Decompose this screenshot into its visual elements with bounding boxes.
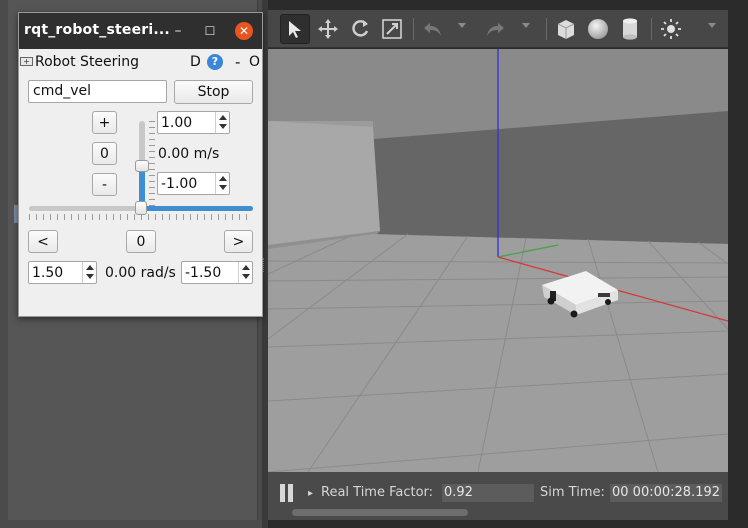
gazebo-status-bar: ▸ Real Time Factor: 0.92 Sim Time: 00 00… — [268, 472, 728, 520]
angular-max-spinbox[interactable]: 1.50 — [28, 261, 97, 284]
spin-up-icon[interactable] — [219, 176, 227, 181]
gazebo-toolbar — [268, 10, 728, 48]
plugin-header: + Robot Steering D ? - O — [19, 49, 262, 73]
sun-icon[interactable] — [656, 14, 686, 44]
box-icon[interactable] — [551, 14, 581, 44]
linear-max-spinbox[interactable]: 1.00 — [157, 111, 230, 134]
rotate-icon[interactable] — [345, 14, 375, 44]
undo-history-dropdown[interactable] — [458, 23, 466, 28]
sim-time-label: Sim Time: — [540, 485, 605, 500]
gazebo-3d-viewport[interactable] — [268, 49, 728, 472]
window-title: rqt_robot_steeri... — [24, 22, 170, 38]
angular-velocity-readout: 0.00 rad/s — [105, 265, 176, 281]
topic-input[interactable]: cmd_vel — [28, 80, 167, 103]
window-titlebar[interactable]: rqt_robot_steeri... – ☐ ✕ — [19, 13, 262, 49]
window-minimize-button[interactable]: – — [169, 22, 187, 40]
window-maximize-button[interactable]: ☐ — [201, 22, 219, 40]
spin-up-icon[interactable] — [219, 115, 227, 120]
translate-icon[interactable] — [313, 14, 343, 44]
spin-up-icon[interactable] — [86, 265, 94, 270]
redo-icon[interactable] — [480, 14, 510, 44]
real-time-factor-value: 0.92 — [442, 484, 534, 502]
angular-right-button[interactable]: > — [224, 230, 253, 253]
angular-zero-button[interactable]: 0 — [126, 230, 156, 253]
pause-icon[interactable] — [280, 484, 294, 502]
linear-decrease-button[interactable]: - — [92, 173, 117, 196]
window-close-button[interactable]: ✕ — [235, 22, 253, 40]
angular-left-button[interactable]: < — [28, 230, 58, 253]
spin-up-icon[interactable] — [242, 265, 250, 270]
plugin-help-icon[interactable]: ? — [207, 54, 223, 70]
linear-min-spinbox[interactable]: -1.00 — [157, 172, 230, 195]
plugin-minimize-button[interactable]: - — [235, 53, 240, 71]
sphere-icon[interactable] — [583, 14, 613, 44]
real-time-factor-label: Real Time Factor: — [321, 485, 434, 500]
linear-increase-button[interactable]: + — [92, 111, 117, 134]
spin-down-icon[interactable] — [219, 124, 227, 129]
angular-min-value: -1.50 — [185, 265, 222, 281]
linear-min-value: -1.00 — [161, 176, 198, 192]
linear-velocity-slider[interactable] — [135, 121, 155, 210]
plugin-dock-button[interactable]: D — [190, 54, 201, 70]
linear-slider-handle[interactable] — [135, 159, 149, 172]
light-dropdown[interactable] — [708, 23, 716, 28]
angular-slider-handle[interactable] — [135, 201, 147, 215]
spin-down-icon[interactable] — [219, 185, 227, 190]
sim-time-value: 00 00:00:28.192 — [610, 484, 722, 502]
undo-icon[interactable] — [418, 14, 448, 44]
angular-velocity-slider[interactable] — [29, 201, 253, 220]
scale-icon[interactable] — [377, 14, 407, 44]
spin-down-icon[interactable] — [242, 274, 250, 279]
linear-velocity-readout: 0.00 m/s — [158, 146, 220, 162]
rqt-robot-steering-window: rqt_robot_steeri... – ☐ ✕ + Robot Steeri… — [18, 12, 263, 317]
horizontal-scrollbar[interactable] — [292, 509, 468, 516]
redo-history-dropdown[interactable] — [522, 23, 530, 28]
linear-max-value: 1.00 — [161, 115, 193, 131]
angular-min-spinbox[interactable]: -1.50 — [181, 261, 253, 284]
select-arrow-icon[interactable] — [280, 14, 310, 44]
plugin-close-button[interactable]: O — [249, 54, 260, 70]
cylinder-icon[interactable] — [615, 14, 645, 44]
angular-max-value: 1.50 — [32, 265, 64, 281]
plugin-grip-icon[interactable]: + — [20, 57, 33, 66]
spin-down-icon[interactable] — [86, 274, 94, 279]
plugin-title: Robot Steering — [35, 54, 140, 70]
linear-zero-button[interactable]: 0 — [92, 142, 117, 165]
stop-button[interactable]: Stop — [174, 80, 253, 104]
